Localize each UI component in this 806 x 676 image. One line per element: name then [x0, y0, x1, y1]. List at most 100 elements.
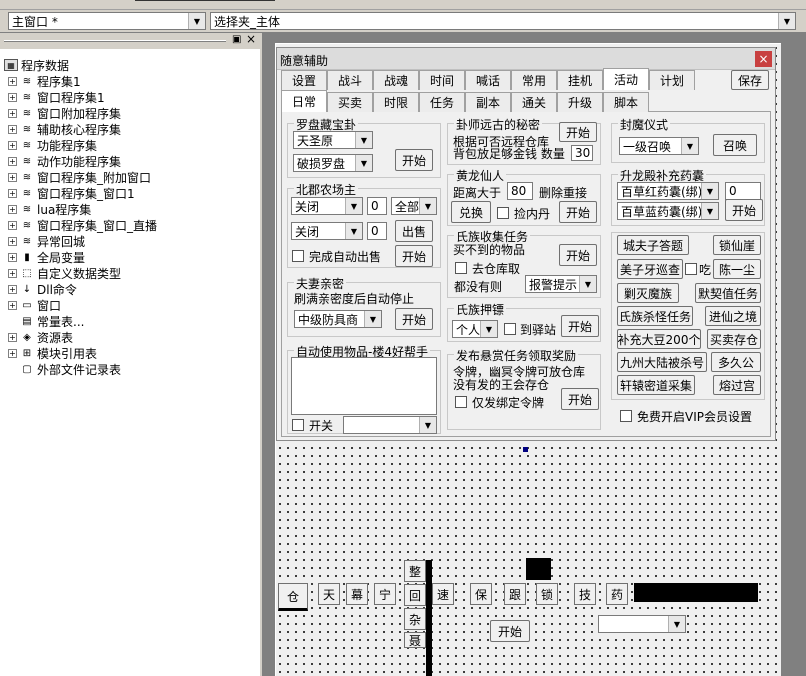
quick-button-7[interactable]: 氏族杀怪任务 [617, 306, 693, 326]
expand-icon[interactable]: + [8, 76, 17, 86]
tree-item[interactable]: + ≋ 功能程序集 [8, 137, 97, 153]
huanglong-exchange-button[interactable]: 兑换 [451, 201, 491, 223]
tab-row2[interactable]: 日常 [281, 90, 327, 112]
row-button[interactable]: 锁 [536, 583, 558, 605]
tree-item[interactable]: + ▮ 全局变量 [8, 249, 85, 265]
row-button[interactable]: 速 [432, 583, 454, 605]
quick-button-2[interactable]: 锁仙崖 [713, 235, 761, 255]
clan-escort-station-checkbox[interactable] [504, 323, 516, 335]
tab-row2[interactable]: 任务 [419, 92, 465, 112]
tree-item[interactable]: + ≋ lua程序集 [8, 201, 91, 217]
tab-row2[interactable]: 时限 [373, 92, 419, 112]
luopan-map-select[interactable]: 天圣原 [293, 131, 373, 149]
tab-row2[interactable]: 副本 [465, 92, 511, 112]
close-icon[interactable]: × [246, 32, 256, 46]
tab-row1[interactable]: 战魂 [373, 70, 419, 90]
expand-icon[interactable]: + [8, 108, 17, 118]
row-button[interactable]: 药 [606, 583, 628, 605]
auto-use-switch-checkbox[interactable] [292, 419, 304, 431]
tab-row1[interactable]: 设置 [281, 70, 327, 90]
expand-icon[interactable]: + [8, 300, 17, 310]
clan-escort-start-button[interactable]: 开始 [561, 315, 599, 337]
tab-row1[interactable]: 计划 [649, 70, 695, 90]
tree-item[interactable]: + ≋ 辅助核心程序集 [8, 121, 121, 137]
couple-npc-select[interactable]: 中级防具商 [294, 310, 382, 328]
luopan-item-select[interactable]: 破损罗盘 [293, 154, 373, 172]
quick-button-14[interactable]: 熔过宫 [713, 375, 761, 395]
tab-row2[interactable]: 脚本 [603, 92, 649, 112]
tree-item[interactable]: + ≋ 窗口程序集_窗口_直播 [8, 217, 157, 233]
expand-icon[interactable]: + [8, 284, 17, 294]
row-button[interactable]: 仓 [278, 583, 308, 611]
tree-item[interactable]: + ≋ 窗口程序集_窗口1 [8, 185, 135, 201]
tab-row2[interactable]: 通关 [511, 92, 557, 112]
bounty-start-button[interactable]: 开始 [561, 388, 599, 410]
row-button[interactable]: 技 [574, 583, 596, 605]
expand-icon[interactable]: + [8, 332, 17, 342]
huanglong-dist-input[interactable]: 80 [507, 182, 533, 200]
vertical-button[interactable]: 聂 [404, 632, 426, 648]
quick-eat-checkbox[interactable] [685, 263, 697, 275]
expand-icon[interactable]: + [8, 236, 17, 246]
ceremony-summon-button[interactable]: 召唤 [713, 134, 757, 156]
tree-item[interactable]: + ◈ 资源表 [8, 329, 73, 345]
dragon-start-button[interactable]: 开始 [725, 199, 763, 221]
window-close-button[interactable]: × [755, 51, 772, 67]
quick-button-1[interactable]: 城夫子答题 [617, 235, 689, 255]
expand-icon[interactable]: + [8, 204, 17, 214]
tree-item[interactable]: + ⬚ 自定义数据类型 [8, 265, 121, 281]
expand-icon[interactable]: + [8, 188, 17, 198]
tab-row1[interactable]: 挂机 [557, 70, 603, 90]
tree-item[interactable]: + ≋ 窗口程序集_附加窗口 [8, 169, 151, 185]
vertical-button[interactable]: 回 [404, 584, 426, 606]
row-button[interactable]: 天 [318, 583, 340, 605]
expand-icon[interactable]: + [8, 268, 17, 278]
tree-item[interactable]: + ≋ 程序集1 [8, 73, 81, 89]
vip-checkbox[interactable] [620, 410, 632, 422]
dragon-red-select[interactable]: 百草红药囊(绑) [617, 182, 719, 200]
expand-icon[interactable]: + [8, 124, 17, 134]
farm-start-button[interactable]: 开始 [395, 245, 433, 267]
tree-item[interactable]: + ≋ 窗口附加程序集 [8, 105, 121, 121]
huanglong-start-button[interactable]: 开始 [559, 201, 597, 223]
tree-item[interactable]: ▤ 常量表... [8, 313, 84, 329]
toolbar-icons[interactable] [135, 0, 275, 8]
expand-icon[interactable]: + [8, 220, 17, 230]
expand-icon[interactable]: + [8, 172, 17, 182]
vertical-button[interactable]: 杂 [404, 608, 426, 630]
tree-item[interactable]: + ↓ Dll命令 [8, 281, 77, 297]
pin-icon[interactable]: ▣ [232, 34, 241, 45]
farm-auto-sell-checkbox[interactable] [292, 250, 304, 262]
farm-select-1[interactable]: 关闭 [291, 197, 363, 215]
expand-icon[interactable]: + [8, 156, 17, 166]
design-dropdown[interactable] [598, 615, 686, 633]
vertical-button[interactable]: 整 [404, 560, 426, 582]
tab-row1[interactable]: 常用 [511, 70, 557, 90]
quick-button-9[interactable]: 补充大豆200个 [617, 329, 701, 349]
row-button[interactable]: 幕 [346, 583, 368, 605]
tree-item[interactable]: + ▭ 窗口 [8, 297, 61, 313]
design-start-button[interactable]: 开始 [490, 620, 530, 642]
tree-root[interactable]: ▦ 程序数据 [4, 57, 69, 73]
quick-button-4[interactable]: 陈一尘 [713, 259, 761, 279]
tree-item[interactable]: + ≋ 动作功能程序集 [8, 153, 121, 169]
row-button[interactable]: 宁 [374, 583, 396, 605]
save-button[interactable]: 保存 [731, 70, 769, 90]
quick-button-12[interactable]: 多久公 [711, 352, 761, 372]
auto-use-select[interactable] [343, 416, 437, 434]
tab-row2[interactable]: 买卖 [327, 92, 373, 112]
clan-collect-start-button[interactable]: 开始 [559, 244, 597, 266]
window-select[interactable]: 主窗口 * [8, 12, 206, 30]
expand-icon[interactable]: + [8, 140, 17, 150]
farm-value-1[interactable]: 0 [367, 197, 387, 215]
dragon-blue-select[interactable]: 百草蓝药囊(绑) [617, 202, 719, 220]
tab-row1[interactable]: 活动 [603, 68, 649, 90]
quick-button-13[interactable]: 轩辕密道采集 [617, 375, 695, 395]
fengshi-start-button[interactable]: 开始 [559, 122, 597, 142]
clan-escort-select[interactable]: 个人 [452, 320, 498, 338]
clan-collect-warehouse-checkbox[interactable] [455, 262, 467, 274]
tab-row1[interactable]: 时间 [419, 70, 465, 90]
auto-use-list[interactable] [291, 357, 437, 415]
row-button[interactable]: 保 [470, 583, 492, 605]
farm-value-2[interactable]: 0 [367, 222, 387, 240]
